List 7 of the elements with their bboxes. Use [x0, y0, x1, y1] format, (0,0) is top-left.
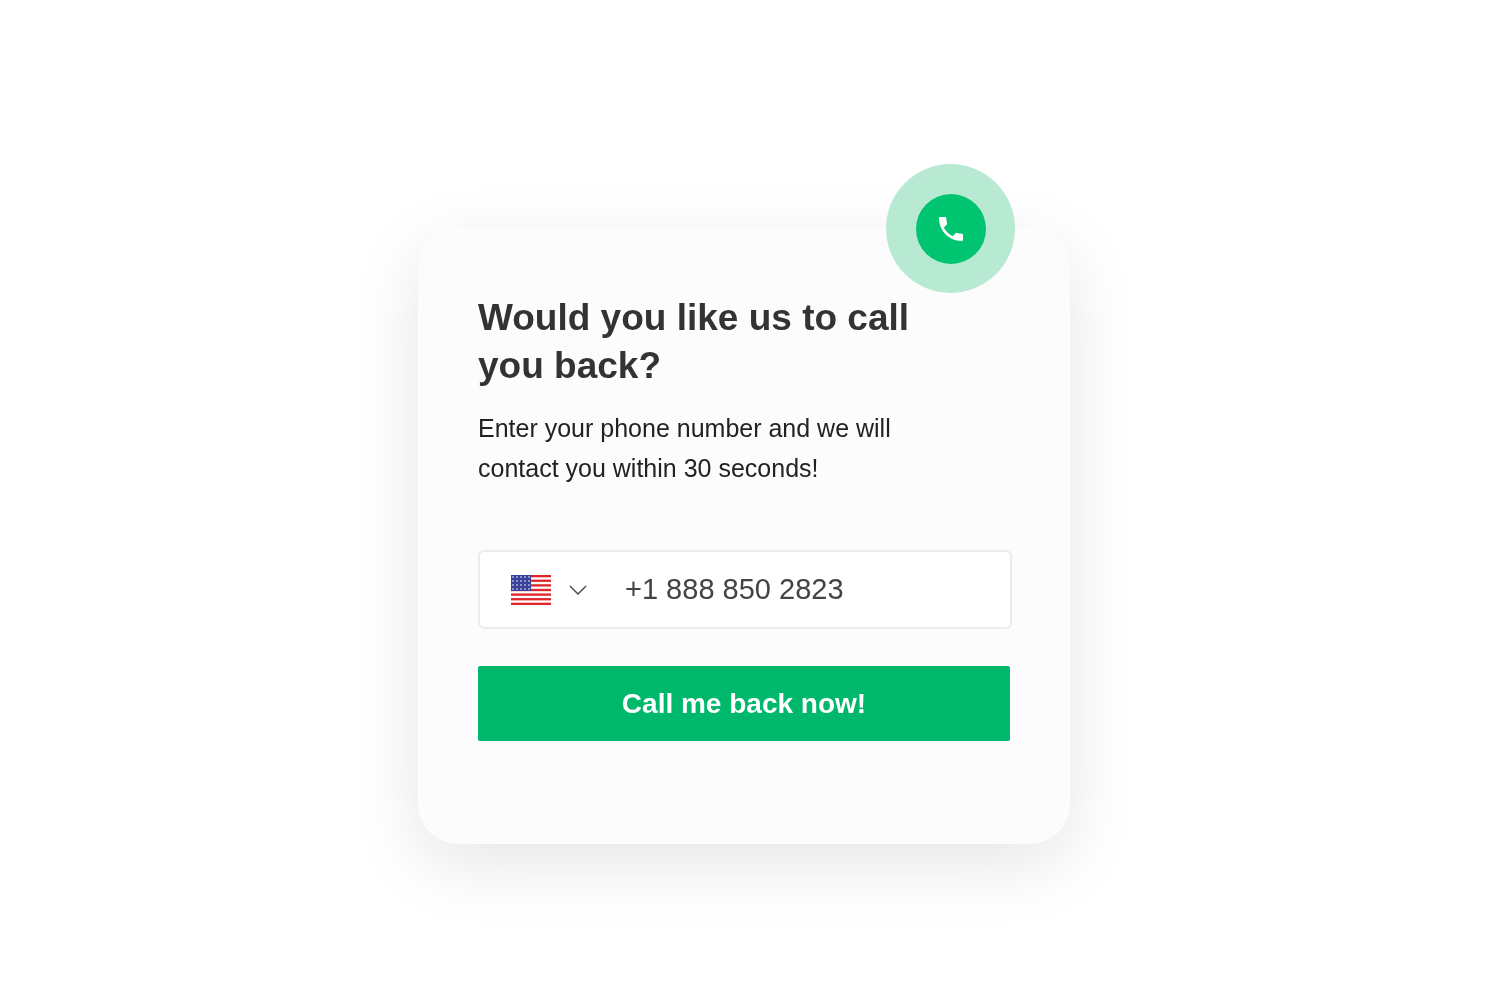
card-description: Enter your phone number and we will contact you within 30 seconds! — [478, 413, 892, 484]
card-title: Would you like us to call you back? — [478, 296, 911, 388]
chevron-down-icon — [569, 584, 587, 595]
phone-input[interactable]: +1 888 850 2823 — [625, 567, 965, 612]
flag-icon — [511, 574, 551, 605]
country-selector[interactable] — [511, 574, 587, 605]
phone-field[interactable]: +1 888 850 2823 — [478, 550, 1012, 629]
